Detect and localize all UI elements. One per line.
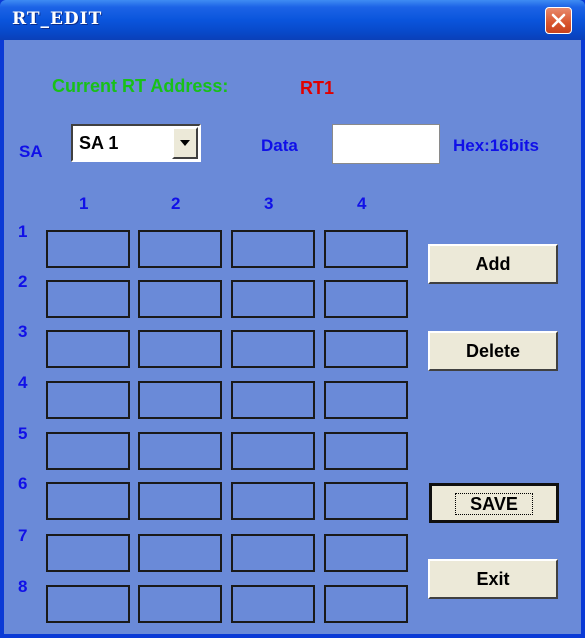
grid-cell[interactable]	[46, 280, 130, 318]
grid-cell[interactable]	[138, 230, 222, 268]
grid-cell[interactable]	[324, 534, 408, 572]
address-label: Current RT Address:	[52, 76, 229, 96]
grid-cell[interactable]	[324, 585, 408, 623]
address-value: RT1	[300, 78, 335, 98]
grid-cell[interactable]	[46, 230, 130, 268]
grid-cell[interactable]	[324, 330, 408, 368]
chevron-down-icon	[180, 140, 190, 146]
grid-cell[interactable]	[46, 482, 130, 520]
save-button[interactable]: SAVE	[429, 483, 559, 523]
grid-cell[interactable]	[46, 381, 130, 419]
data-label: Data	[261, 136, 298, 155]
close-button[interactable]	[545, 7, 572, 34]
save-button-label: SAVE	[455, 493, 533, 515]
row-header: 8	[18, 577, 28, 596]
sa-label: SA	[19, 142, 43, 161]
grid-cell[interactable]	[138, 534, 222, 572]
sa-select-value: SA 1	[79, 133, 119, 153]
grid-cell[interactable]	[138, 330, 222, 368]
grid-cell[interactable]	[46, 585, 130, 623]
add-button[interactable]: Add	[428, 244, 558, 284]
row-header: 6	[18, 474, 28, 493]
grid-cell[interactable]	[231, 432, 315, 470]
row-header: 1	[18, 222, 28, 241]
grid-cell[interactable]	[138, 381, 222, 419]
row-header: 7	[18, 526, 28, 545]
data-input[interactable]	[332, 124, 440, 164]
column-header: 1	[79, 194, 89, 213]
close-icon	[551, 13, 566, 28]
grid-cell[interactable]	[231, 534, 315, 572]
grid-cell[interactable]	[138, 280, 222, 318]
title-bar[interactable]: RT_EDIT	[0, 0, 585, 40]
grid-cell[interactable]	[231, 230, 315, 268]
window-title: RT_EDIT	[12, 9, 103, 29]
exit-button[interactable]: Exit	[428, 559, 558, 599]
grid-cell[interactable]	[138, 585, 222, 623]
grid-cell[interactable]	[231, 280, 315, 318]
dialog-body: Current RT Address: RT1 SA SA 1 Data Hex…	[4, 40, 581, 634]
hex-label: Hex:16bits	[453, 136, 539, 155]
sa-dropdown-button[interactable]	[172, 127, 198, 159]
grid-cell[interactable]	[231, 330, 315, 368]
sa-select[interactable]: SA 1	[71, 124, 201, 162]
grid-cell[interactable]	[46, 330, 130, 368]
row-header: 3	[18, 322, 28, 341]
grid-cell[interactable]	[324, 482, 408, 520]
column-header: 3	[264, 194, 274, 213]
grid-cell[interactable]	[231, 585, 315, 623]
grid-cell[interactable]	[324, 381, 408, 419]
grid-cell[interactable]	[324, 432, 408, 470]
grid-cell[interactable]	[231, 381, 315, 419]
rt-edit-window: RT_EDIT Current RT Address: RT1 SA SA 1 …	[0, 0, 585, 638]
column-header: 4	[357, 194, 367, 213]
grid-cell[interactable]	[324, 280, 408, 318]
column-header: 2	[171, 194, 181, 213]
grid-cell[interactable]	[46, 534, 130, 572]
grid-cell[interactable]	[138, 482, 222, 520]
delete-button[interactable]: Delete	[428, 331, 558, 371]
grid-cell[interactable]	[324, 230, 408, 268]
grid-cell[interactable]	[46, 432, 130, 470]
row-header: 4	[18, 373, 28, 392]
grid-cell[interactable]	[231, 482, 315, 520]
grid-cell[interactable]	[138, 432, 222, 470]
row-header: 2	[18, 272, 28, 291]
row-header: 5	[18, 424, 28, 443]
